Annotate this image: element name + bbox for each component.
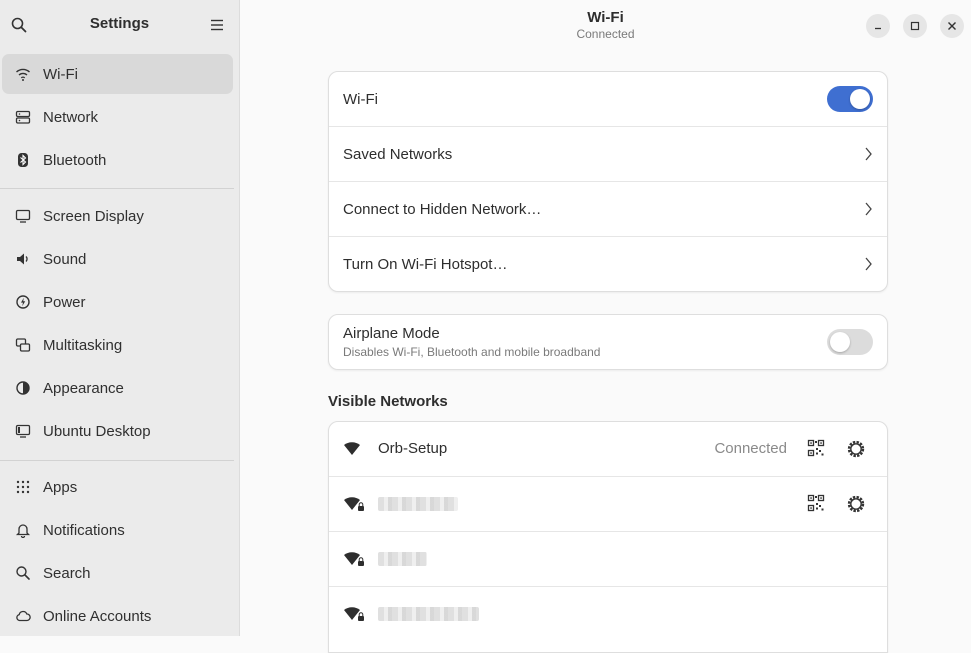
page-title: Wi-Fi [587,9,624,26]
switch-knob [830,332,850,352]
wifi-secured-icon [344,552,364,566]
sidebar-item-label: Network [43,108,99,126]
sidebar-item-label: Multitasking [43,336,123,354]
network-status: Connected [714,440,787,457]
redacted-network-name [378,497,458,511]
minimize-button[interactable] [866,14,890,38]
maximize-icon [910,21,920,31]
sidebar-header: Settings [0,0,239,50]
close-button[interactable] [940,14,964,38]
hidden-network-label: Connect to Hidden Network… [343,200,542,218]
sidebar-item-label: Ubuntu Desktop [43,422,151,440]
cloud-icon [14,607,32,625]
multitasking-icon [14,336,32,354]
sidebar-item-power[interactable]: Power [2,282,233,322]
search-icon [14,564,32,582]
sidebar-item-network[interactable]: Network [2,97,233,137]
sidebar-item-search[interactable]: Search [2,553,233,593]
saved-networks-row[interactable]: Saved Networks [329,126,887,181]
sidebar-item-bluetooth[interactable]: Bluetooth [2,140,233,180]
minimize-icon [875,27,881,30]
wifi-icon [14,65,32,83]
sidebar-divider [0,188,234,189]
qr-code-icon[interactable] [807,494,825,512]
sidebar-item-online-accounts[interactable]: Online Accounts [2,596,233,636]
sidebar-item-label: Notifications [43,521,125,539]
wifi-toggle-row[interactable]: Wi-Fi [329,72,887,126]
redacted-network-name [378,552,427,566]
wifi-toggle-label: Wi-Fi [343,90,378,108]
airplane-mode-row[interactable]: Airplane Mode Disables Wi-Fi, Bluetooth … [329,315,887,369]
main-content: Wi-Fi Connected Wi-Fi Saved Networks Con… [240,0,971,653]
sidebar-item-notifications[interactable]: Notifications [2,510,233,550]
sidebar-item-sound[interactable]: Sound [2,239,233,279]
display-icon [14,207,32,225]
redacted-network-name [378,607,479,621]
switch-knob [850,89,870,109]
appearance-icon [14,379,32,397]
sidebar-item-wifi[interactable]: Wi-Fi [2,54,233,94]
chevron-right-icon [865,257,872,271]
gear-icon[interactable] [846,439,866,459]
hidden-network-row[interactable]: Connect to Hidden Network… [329,181,887,236]
bell-icon [14,521,32,539]
hotspot-label: Turn On Wi-Fi Hotspot… [343,255,508,273]
sidebar-item-ubuntu-desktop[interactable]: Ubuntu Desktop [2,411,233,451]
network-row[interactable] [329,476,887,531]
airplane-mode-label: Airplane Mode [343,325,440,342]
network-row[interactable] [329,586,887,641]
sidebar-item-label: Sound [43,250,87,268]
network-icon [14,108,32,126]
visible-networks-title: Visible Networks [328,393,448,410]
sidebar-item-screen-display[interactable]: Screen Display [2,196,233,236]
bluetooth-icon [14,151,32,169]
maximize-button[interactable] [903,14,927,38]
speaker-icon [14,250,32,268]
airplane-mode-description: Disables Wi-Fi, Bluetooth and mobile bro… [343,345,601,359]
sidebar-item-label: Power [43,293,86,311]
airplane-mode-text: Airplane Mode Disables Wi-Fi, Bluetooth … [343,325,600,359]
gear-icon[interactable] [846,494,866,514]
chevron-right-icon [865,147,872,161]
apps-grid-icon [14,478,32,496]
qr-code-icon[interactable] [807,439,825,457]
sidebar-item-label: Wi-Fi [43,65,78,83]
airplane-mode-card: Airplane Mode Disables Wi-Fi, Bluetooth … [328,314,888,370]
sidebar-item-label: Online Accounts [43,607,152,625]
sidebar-item-label: Screen Display [43,207,144,225]
wifi-switch[interactable] [827,86,873,112]
sidebar-item-multitasking[interactable]: Multitasking [2,325,233,365]
page-subtitle: Connected [576,27,635,41]
wifi-signal-icon [344,442,360,455]
network-name: Orb-Setup [378,440,448,457]
wifi-settings-card: Wi-Fi Saved Networks Connect to Hidden N… [328,71,888,292]
network-row[interactable] [329,531,887,586]
sidebar-title: Settings [89,15,150,32]
sidebar-item-label: Search [43,564,91,582]
sidebar-divider [0,460,234,461]
visible-networks-list: Orb-Setup Connected [328,421,888,653]
sidebar-item-label: Appearance [43,379,124,397]
saved-networks-label: Saved Networks [343,145,453,163]
wifi-secured-icon [344,607,364,621]
sidebar-item-appearance[interactable]: Appearance [2,368,233,408]
sidebar-item-label: Apps [43,478,78,496]
network-row[interactable]: Orb-Setup Connected [329,422,887,476]
close-icon [948,22,956,30]
chevron-right-icon [865,202,872,216]
desktop-icon [14,422,32,440]
airplane-mode-switch[interactable] [827,329,873,355]
hotspot-row[interactable]: Turn On Wi-Fi Hotspot… [329,236,887,291]
sidebar: Settings Wi-Fi Network Bluetooth Screen … [0,0,240,636]
menu-icon[interactable] [208,16,226,34]
wifi-secured-icon [344,497,364,511]
sidebar-item-apps[interactable]: Apps [2,467,233,507]
power-icon [14,293,32,311]
sidebar-item-label: Bluetooth [43,151,107,169]
